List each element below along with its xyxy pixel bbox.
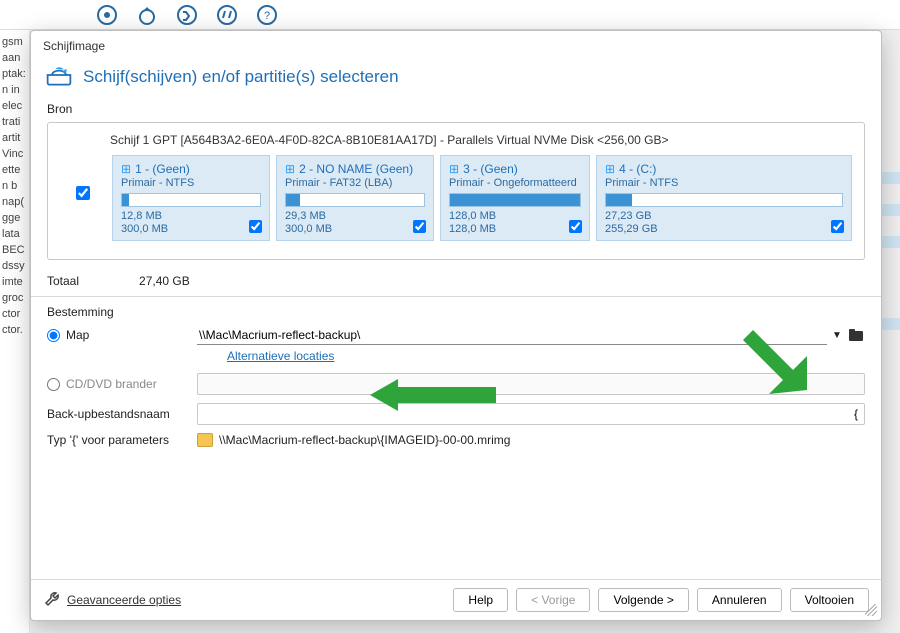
windows-flag-icon: ⊞: [285, 162, 295, 176]
disk-header-line: Schijf 1 GPT [A564B3A2-6E0A-4F0D-82CA-8B…: [60, 133, 852, 155]
resize-grip[interactable]: [865, 604, 877, 616]
total-label: Totaal: [47, 274, 79, 288]
background-strips: [880, 172, 900, 350]
destination-cd-radio-label: CD/DVD brander: [66, 377, 157, 391]
resolved-path-preview: \\Mac\Macrium-reflect-backup\{IMAGEID}-0…: [219, 433, 510, 447]
destination-folder-radio-label: Map: [66, 328, 89, 342]
windows-flag-icon: ⊞: [605, 162, 615, 176]
partition-usage-bar: [121, 193, 261, 207]
destination-cd-radio[interactable]: [47, 378, 60, 391]
partition-total: 300,0 MB: [285, 223, 425, 236]
disk-image-icon: [45, 63, 73, 90]
disk-image-dialog: Schijfimage Schijf(schijven) en/of parti…: [30, 30, 882, 621]
cancel-button[interactable]: Annuleren: [697, 588, 782, 612]
dialog-title: Schijfimage: [31, 31, 881, 61]
partition-checkbox[interactable]: [413, 220, 426, 233]
destination-path-input[interactable]: [197, 325, 827, 345]
total-value: 27,40 GB: [139, 274, 190, 288]
partition-card[interactable]: ⊞ 1 - (Geen)Primair - NTFS 12,8 MB300,0 MB: [112, 155, 270, 241]
background-left-text: gsmaanptak:n inelectratiartitVincetten b…: [0, 30, 30, 633]
partition-list: ⊞1 - (Geen)Primair - NTFS12,8 MB300,0 MB…: [112, 155, 852, 241]
partition-card[interactable]: ⊞ 2 - NO NAME (Geen)Primair - FAT32 (LBA)…: [276, 155, 434, 241]
folder-icon: [197, 433, 213, 447]
partition-card[interactable]: ⊞ 3 - (Geen)Primair - Ongeformatteerd 128,…: [440, 155, 590, 241]
partition-subtitle: Primair - Ongeformatteerd: [449, 177, 581, 189]
backup-filename-input[interactable]: [197, 403, 865, 425]
partition-title: 1 - (Geen): [135, 162, 190, 176]
partition-title: 4 - (C:): [619, 162, 656, 176]
background-toolbar: ?: [0, 0, 900, 30]
finish-button[interactable]: Voltooien: [790, 588, 869, 612]
bg-toolbar-btn[interactable]: ?: [250, 2, 284, 28]
partition-subtitle: Primair - FAT32 (LBA): [285, 177, 425, 189]
dialog-footer: Geavanceerde opties Help < Vorige Volgen…: [31, 579, 881, 620]
partition-usage-bar: [449, 193, 581, 207]
partition-used: 29,3 MB: [285, 210, 425, 223]
help-button[interactable]: Help: [453, 588, 508, 612]
partition-total: 300,0 MB: [121, 223, 261, 236]
partition-usage-bar: [285, 193, 425, 207]
bg-toolbar-btn[interactable]: [90, 2, 124, 28]
cd-drive-select[interactable]: [197, 373, 865, 395]
partition-used: 128,0 MB: [449, 210, 581, 223]
partition-title: 2 - NO NAME (Geen): [299, 162, 413, 176]
partition-card[interactable]: ⊞ 4 - (C:)Primair - NTFS 27,23 GB255,29 GB: [596, 155, 852, 241]
destination-label: Bestemming: [47, 303, 865, 321]
source-section-label: Bron: [31, 100, 881, 118]
dialog-heading: Schijf(schijven) en/of partitie(s) selec…: [83, 67, 399, 87]
windows-flag-icon: ⊞: [121, 162, 131, 176]
previous-button[interactable]: < Vorige: [516, 588, 590, 612]
partition-checkbox[interactable]: [831, 220, 844, 233]
backup-filename-label: Back-upbestandsnaam: [47, 407, 197, 421]
source-box: Schijf 1 GPT [A564B3A2-6E0A-4F0D-82CA-8B…: [47, 122, 865, 260]
disk-select-checkbox[interactable]: [76, 186, 90, 200]
partition-subtitle: Primair - NTFS: [121, 177, 261, 189]
destination-folder-radio[interactable]: [47, 329, 60, 342]
partition-subtitle: Primair - NTFS: [605, 177, 843, 189]
next-button[interactable]: Volgende >: [598, 588, 688, 612]
partition-used: 12,8 MB: [121, 210, 261, 223]
partition-total: 255,29 GB: [605, 223, 843, 236]
bg-toolbar-btn[interactable]: [130, 2, 164, 28]
partition-total: 128,0 MB: [449, 223, 581, 236]
path-dropdown-caret[interactable]: ▼: [829, 330, 845, 341]
total-row: Totaal 27,40 GB: [31, 266, 881, 294]
alternative-locations-link[interactable]: Alternatieve locaties: [197, 349, 334, 369]
advanced-options-link[interactable]: Geavanceerde opties: [67, 593, 181, 607]
bg-toolbar-btn[interactable]: [210, 2, 244, 28]
bg-toolbar-btn[interactable]: [170, 2, 204, 28]
partition-used: 27,23 GB: [605, 210, 843, 223]
svg-text:?: ?: [264, 10, 270, 22]
browse-folder-icon[interactable]: [847, 327, 865, 343]
destination-section: Bestemming Map ▼ Alternatieve locaties C…: [31, 303, 881, 451]
windows-flag-icon: ⊞: [449, 162, 459, 176]
partition-usage-bar: [605, 193, 843, 207]
dialog-header: Schijf(schijven) en/of partitie(s) selec…: [31, 61, 881, 100]
partition-checkbox[interactable]: [249, 220, 262, 233]
parameter-hint-label: Typ '{' voor parameters: [47, 433, 197, 447]
partition-title: 3 - (Geen): [463, 162, 518, 176]
wrench-icon: [43, 590, 61, 611]
partition-checkbox[interactable]: [569, 220, 582, 233]
